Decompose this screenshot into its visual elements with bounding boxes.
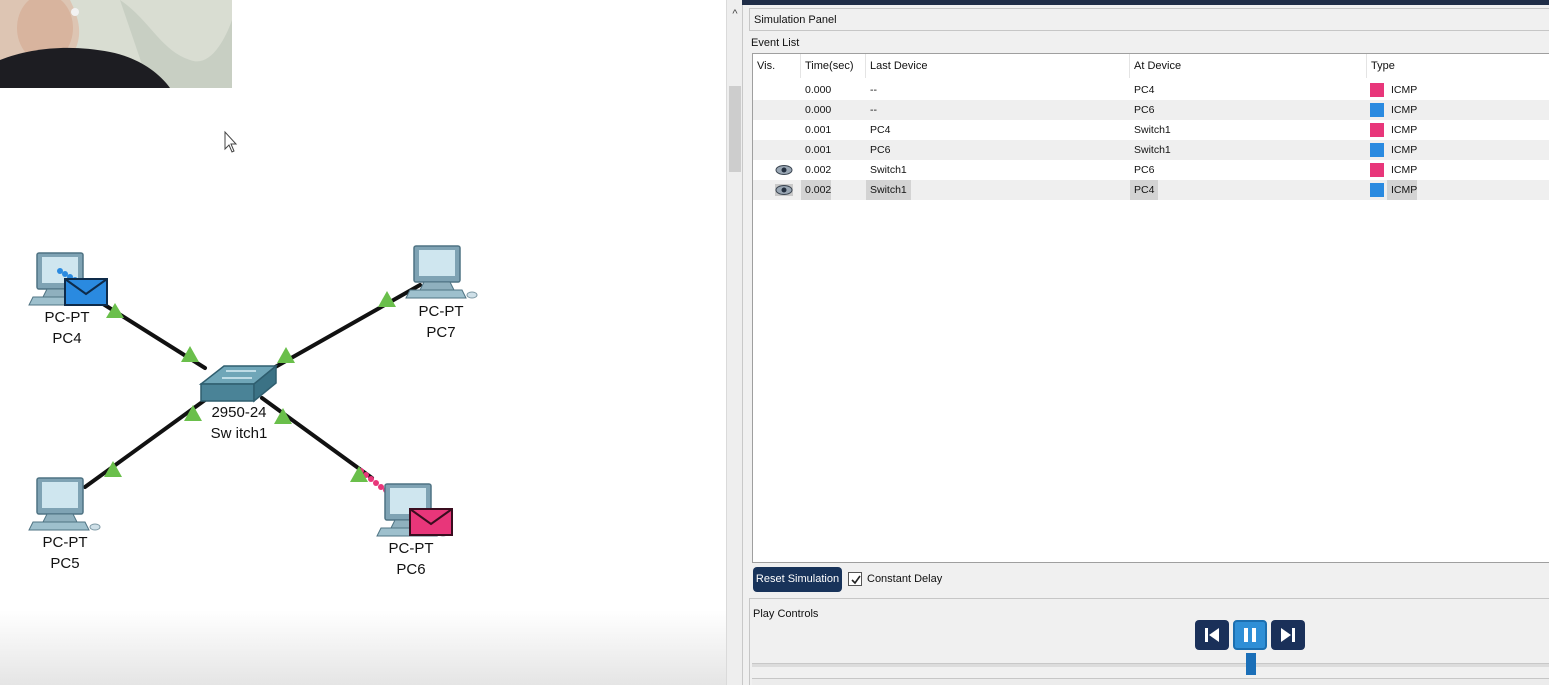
column-header-time[interactable]: Time(sec) — [801, 54, 866, 78]
last-device-cell: Switch1 — [866, 180, 911, 200]
eye-icon[interactable] — [775, 184, 793, 196]
packet-color-swatch — [1370, 83, 1384, 97]
column-header-at-device[interactable]: At Device — [1130, 54, 1367, 78]
pc4-label: PC-PT PC4 — [22, 307, 112, 349]
device-name: Sw itch1 — [210, 425, 268, 442]
packet-color-swatch — [1370, 123, 1384, 137]
chevron-up-icon[interactable]: ^ — [727, 6, 743, 22]
table-row[interactable]: 0.001 PC6 Switch1 ICMP — [753, 140, 1549, 160]
time-cell: 0.000 — [805, 84, 832, 96]
device-model: 2950-24 — [211, 404, 267, 421]
step-forward-icon — [1281, 628, 1295, 642]
column-header-vis[interactable]: Vis. — [753, 54, 801, 78]
table-row[interactable]: 0.000 -- PC6 ICMP — [753, 100, 1549, 120]
device-name: PC4 — [52, 330, 82, 347]
constant-delay-label: Constant Delay — [867, 573, 943, 585]
link-pc5-switch1[interactable] — [83, 398, 207, 489]
at-device-cell: PC6 — [1134, 164, 1155, 176]
at-device-cell: PC4 — [1130, 180, 1159, 200]
envelope-icon[interactable] — [64, 278, 108, 306]
column-header-last-device[interactable]: Last Device — [866, 54, 1130, 78]
envelope-icon[interactable] — [409, 508, 453, 536]
pc6-label: PC-PT PC6 — [366, 538, 456, 580]
packet-tracer-window: PC-PT PC4 PC-PT PC7 PC-PT PC5 PC-PT PC6 … — [0, 0, 1549, 685]
time-cell: 0.002 — [805, 164, 832, 176]
packet-color-swatch — [1370, 163, 1384, 177]
switch1-label: 2950-24 Sw itch1 — [194, 402, 284, 444]
type-cell: ICMP — [1391, 84, 1418, 96]
step-back-button[interactable] — [1195, 620, 1229, 650]
type-cell: ICMP — [1391, 124, 1418, 136]
workspace-scrollbar[interactable]: ^ — [726, 0, 742, 685]
time-cell: 0.001 — [805, 144, 832, 156]
packet-color-swatch — [1370, 183, 1384, 197]
time-cell: 0.000 — [805, 104, 832, 116]
table-row[interactable]: 0.000 -- PC4 ICMP — [753, 80, 1549, 100]
constant-delay-checkbox[interactable] — [848, 572, 862, 586]
reset-simulation-button[interactable]: Reset Simulation — [753, 567, 842, 592]
pc7-icon[interactable] — [405, 245, 478, 299]
step-forward-button[interactable] — [1271, 620, 1305, 650]
pause-button[interactable] — [1233, 620, 1267, 650]
mouse-cursor-icon — [224, 130, 238, 153]
type-cell: ICMP — [1391, 164, 1418, 176]
panel-bottom-edge — [752, 678, 1549, 685]
last-device-cell: -- — [870, 104, 877, 116]
time-cell: 0.002 — [801, 180, 832, 200]
last-device-cell: PC6 — [870, 144, 891, 156]
at-device-cell: PC6 — [1134, 104, 1155, 116]
event-list-label: Event List — [751, 37, 800, 49]
pc5-label: PC-PT PC5 — [20, 532, 110, 574]
device-name: PC7 — [426, 324, 456, 341]
table-row[interactable]: 0.002 Switch1 PC6 ICMP — [753, 160, 1549, 180]
time-cell: 0.001 — [805, 124, 832, 136]
last-device-cell: PC4 — [870, 124, 891, 136]
slider-thumb[interactable] — [1246, 653, 1256, 675]
step-back-icon — [1205, 628, 1219, 642]
logical-workspace[interactable]: PC-PT PC4 PC-PT PC7 PC-PT PC5 PC-PT PC6 … — [0, 0, 726, 685]
play-controls-label: Play Controls — [753, 608, 819, 620]
table-header: Vis. Time(sec) Last Device At Device Typ… — [753, 54, 1549, 78]
type-cell: ICMP — [1391, 144, 1418, 156]
packet-color-swatch — [1370, 143, 1384, 157]
play-controls-section: Play Controls — [749, 598, 1549, 685]
panel-title: Simulation Panel — [749, 8, 1549, 31]
at-device-cell: Switch1 — [1134, 124, 1171, 136]
playback-speed-slider[interactable] — [752, 663, 1549, 667]
event-list-table: Vis. Time(sec) Last Device At Device Typ… — [752, 53, 1549, 563]
column-header-type[interactable]: Type — [1367, 54, 1549, 78]
link-up-triangle — [277, 347, 295, 363]
device-model: PC-PT — [44, 309, 90, 326]
last-device-cell: Switch1 — [870, 164, 907, 176]
last-device-cell: -- — [870, 84, 877, 96]
scrollbar-thumb[interactable] — [729, 86, 741, 172]
pc7-label: PC-PT PC7 — [396, 301, 486, 343]
switch1-icon[interactable] — [198, 364, 279, 403]
table-row[interactable]: 0.001 PC4 Switch1 ICMP — [753, 120, 1549, 140]
type-cell: ICMP — [1391, 104, 1418, 116]
device-model: PC-PT — [418, 303, 464, 320]
table-row[interactable]: 0.002 Switch1 PC4 ICMP — [753, 180, 1549, 200]
device-model: PC-PT — [42, 534, 88, 551]
device-model: PC-PT — [388, 540, 434, 557]
eye-icon[interactable] — [775, 164, 793, 176]
at-device-cell: PC4 — [1134, 84, 1155, 96]
device-name: PC5 — [50, 555, 80, 572]
simulation-panel: Simulation Panel Event List Vis. Time(se… — [742, 5, 1549, 685]
packet-color-swatch — [1370, 103, 1384, 117]
at-device-cell: Switch1 — [1134, 144, 1171, 156]
type-cell: ICMP — [1387, 180, 1418, 200]
workspace-bottom-fade — [0, 610, 726, 685]
webcam-overlay — [0, 0, 232, 88]
pause-icon — [1244, 628, 1256, 642]
device-name: PC6 — [396, 561, 426, 578]
